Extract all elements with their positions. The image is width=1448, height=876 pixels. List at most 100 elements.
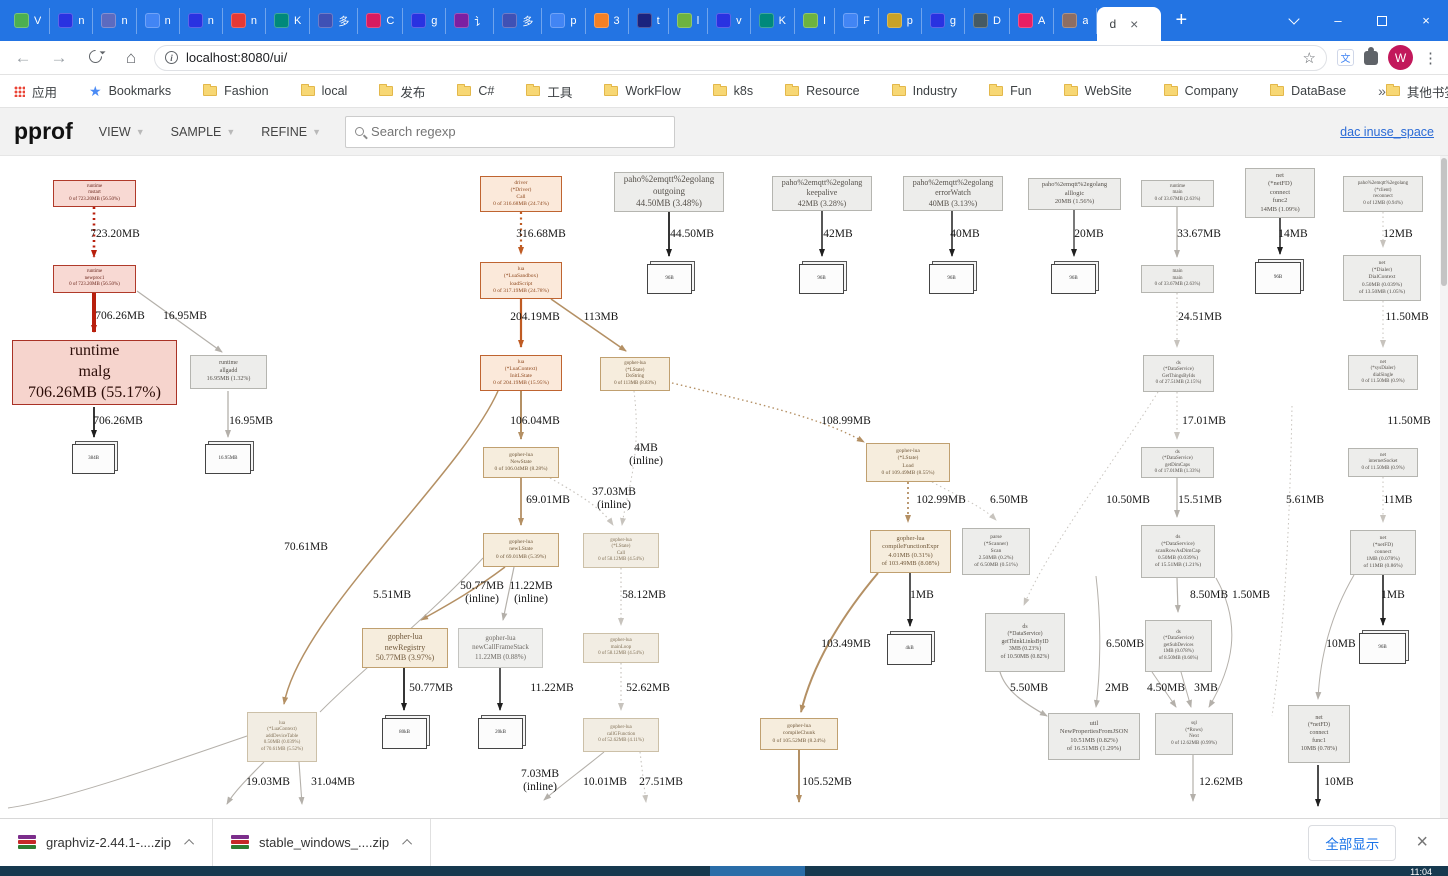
graph-node-ds-getthingsbyids[interactable]: ds(*DataService)GetThingsByIds0 of 27.51… <box>1143 355 1214 392</box>
graph-node-gopher-newstate[interactable]: gopher-luaNewState0 of 106.04MB (8.28%) <box>483 447 559 478</box>
graph-node-paho-alllogic[interactable]: paho%2emqtt%2egolangalllogic20MB (1.56%) <box>1028 178 1121 210</box>
graph-node-gopher-newlstate[interactable]: gopher-luanewLState0 of 69.01MB (5.39%) <box>483 533 559 567</box>
graph-node-sink-96b-4[interactable]: 96B <box>1051 264 1096 294</box>
bookmark-star-icon[interactable]: ☆ <box>1303 49 1316 67</box>
browser-tab-24[interactable]: A <box>1010 8 1054 34</box>
new-tab-button[interactable]: + <box>1161 9 1201 32</box>
graph-node-net-dialsingle[interactable]: net(*sysDialer)dialSingle0 of 11.50MB (0… <box>1348 355 1418 390</box>
browser-tab-8[interactable]: 多 <box>310 8 358 34</box>
profile-link[interactable]: dac inuse_space <box>1340 125 1434 139</box>
url-text[interactable]: localhost:8080/ui/ <box>186 50 1295 65</box>
graph-node-sink-4kb[interactable]: 4kB <box>887 634 932 665</box>
browser-tab-25[interactable]: a <box>1054 8 1097 34</box>
graph-node-sink-80kb[interactable]: 80kB <box>382 718 427 749</box>
graph-node-runtime-mstart[interactable]: runtimemstart0 of 723.20MB (56.50%) <box>53 180 136 207</box>
graph-node-sink-20kb[interactable]: 20kB <box>478 718 523 749</box>
graph-node-gopher-mainloop[interactable]: gopher-luamainLoop0 of 58.12MB (4.54%) <box>583 633 659 663</box>
reload-icon[interactable] <box>82 48 108 68</box>
home-icon[interactable]: ⌂ <box>118 48 144 68</box>
download-item-1[interactable]: graphviz-2.44.1-....zip <box>0 819 213 866</box>
bookmark-item-WorkFlow[interactable]: WorkFlow <box>604 84 680 98</box>
graph-node-sink-96b-3[interactable]: 96B <box>929 264 974 294</box>
bookmark-item-C#[interactable]: C# <box>457 84 494 98</box>
close-button[interactable]: × <box>1404 0 1448 41</box>
graph-node-net-connect-func1[interactable]: net(*netFD)connectfunc110MB (0.78%) <box>1288 705 1350 763</box>
tab-close-icon[interactable]: × <box>1130 16 1138 32</box>
graph-node-sql-rows-next[interactable]: sql(*Rows)Next0 of 12.62MB (0.99%) <box>1155 713 1233 755</box>
graph-node-sink-96b-6[interactable]: 96B <box>1359 633 1406 664</box>
graph-node-paho-keepalive[interactable]: paho%2emqtt%2egolangkeepalive42MB (3.28%… <box>772 176 872 211</box>
minimize-button[interactable]: – <box>1316 0 1360 41</box>
graph-node-paho-outgoing[interactable]: paho%2emqtt%2egolangoutgoing44.50MB (3.4… <box>614 172 724 212</box>
graph-node-parse-scan[interactable]: parse(*Scanner)Scan2.50MB (0.2%)of 6.50M… <box>962 528 1030 575</box>
search-input[interactable] <box>371 124 665 139</box>
browser-tab-23[interactable]: D <box>965 8 1010 34</box>
graph-node-sink-96b-1[interactable]: 96B <box>647 264 692 294</box>
browser-tab-12[interactable]: 多 <box>494 8 542 34</box>
browser-tab-17[interactable]: v <box>708 8 751 34</box>
bookmark-item-工具[interactable]: 工具 <box>526 82 572 101</box>
graph-node-gopher-lstate-call[interactable]: gopher-lua(*LState)Call0 of 58.12MB (4.5… <box>583 533 659 568</box>
graph-node-runtime-main[interactable]: runtimemain0 of 33.67MB (2.63%) <box>1141 180 1214 207</box>
bookmark-item-发布[interactable]: 发布 <box>379 82 425 101</box>
browser-tab-1[interactable]: V <box>6 8 50 34</box>
graph-node-net-connect-func2[interactable]: net(*netFD)connectfunc214MB (1.09%) <box>1245 168 1315 218</box>
chevron-up-icon[interactable] <box>402 839 412 849</box>
bookmark-item-Bookmarks[interactable]: ★Bookmarks <box>89 84 171 98</box>
bookmark-item-k8s[interactable]: k8s <box>713 84 753 98</box>
scrollbar[interactable] <box>1440 156 1448 818</box>
graph-node-gopher-load[interactable]: gopher-lua(*LState)Load0 of 109.49MB (8.… <box>866 443 950 482</box>
graph-node-util-newpropertiesfromjson[interactable]: utilNewPropertiesFromJSON10.51MB (0.82%)… <box>1048 713 1140 760</box>
scrollbar-thumb[interactable] <box>1441 158 1447 286</box>
avatar[interactable]: W <box>1388 45 1413 70</box>
browser-tab-7[interactable]: K <box>266 8 310 34</box>
graph-node-ds-getdimcaps[interactable]: ds(*DataService)getDimCaps0 of 17.01MB (… <box>1141 447 1214 478</box>
graph-node-gopher-newcallframestack[interactable]: gopher-luanewCallFrameStack11.22MB (0.88… <box>458 628 543 668</box>
browser-tab-22[interactable]: g <box>922 8 965 34</box>
browser-tab-21[interactable]: p <box>879 8 922 34</box>
browser-tab-2[interactable]: n <box>50 8 93 34</box>
menu-refine[interactable]: REFINE▼ <box>261 125 321 139</box>
graph-node-lua-adddevicetable[interactable]: lua(*LuaContext)addDeviceTable0.50MB (0.… <box>247 712 317 762</box>
graph-node-driver-call[interactable]: driver(*Driver)Call0 of 316.68MB (24.74%… <box>480 176 562 212</box>
graph-node-ds-scanrowasdimcap[interactable]: ds(*DataService)scanRowAsDimCap0.50MB (0… <box>1141 525 1215 578</box>
browser-tab-5[interactable]: n <box>180 8 223 34</box>
graph-node-net-internetsocket[interactable]: netinternetSocket0 of 11.50MB (0.9%) <box>1348 448 1418 477</box>
forward-icon[interactable]: → <box>46 48 72 68</box>
maximize-button[interactable] <box>1360 0 1404 41</box>
browser-tab-13[interactable]: p <box>542 8 585 34</box>
tab-search-chevron-icon[interactable] <box>1272 0 1316 41</box>
graph-node-runtime-allgadd[interactable]: runtimeallgadd16.95MB (1.32%) <box>190 355 267 389</box>
bookmark-item-Resource[interactable]: Resource <box>785 84 860 98</box>
bookmark-item-Company[interactable]: Company <box>1164 84 1239 98</box>
bookmark-item-local[interactable]: local <box>301 84 348 98</box>
bookmark-item-Fun[interactable]: Fun <box>989 84 1032 98</box>
graph-node-net-dialcontext[interactable]: net(*Dialer)DialContext0.50MB (0.039%)of… <box>1343 255 1421 301</box>
bookmark-item-Fashion[interactable]: Fashion <box>203 84 268 98</box>
graph-node-runtime-malg[interactable]: runtimemalg706.26MB (55.17%) <box>12 340 177 405</box>
browser-tab-20[interactable]: F <box>835 8 879 34</box>
download-item-2[interactable]: stable_windows_....zip <box>213 819 431 866</box>
browser-tab-9[interactable]: C <box>358 8 403 34</box>
graph-node-gopher-compilefunctionexpr[interactable]: gopher-luacompileFunctionExpr4.01MB (0.3… <box>870 530 951 573</box>
browser-tab-11[interactable]: 讠 <box>446 8 494 34</box>
menu-sample[interactable]: SAMPLE▼ <box>171 125 236 139</box>
menu-view[interactable]: VIEW▼ <box>99 125 145 139</box>
browser-tab-6[interactable]: n <box>223 8 266 34</box>
browser-tab-3[interactable]: n <box>93 8 136 34</box>
graph-node-sink-96b-5[interactable]: 96B <box>1255 262 1301 294</box>
active-tab[interactable]: d × <box>1097 7 1161 41</box>
bookmark-item-其他书签[interactable]: 其他书签 <box>1386 82 1448 101</box>
graph-node-main-main[interactable]: mainmain0 of 33.67MB (2.63%) <box>1141 265 1214 293</box>
address-bar[interactable]: i localhost:8080/ui/ ☆ <box>154 45 1327 71</box>
bookmark-item-»[interactable]: » <box>1378 83 1386 99</box>
chevron-up-icon[interactable] <box>184 839 194 849</box>
translate-icon[interactable]: 文 <box>1337 49 1354 66</box>
site-info-icon[interactable]: i <box>165 51 178 64</box>
bookmark-item-DataBase[interactable]: DataBase <box>1270 84 1346 98</box>
bookmark-item-WebSite[interactable]: WebSite <box>1064 84 1132 98</box>
browser-tab-19[interactable]: I <box>795 8 835 34</box>
graph-node-gopher-compilechunk[interactable]: gopher-luacompileChunk0 of 105.52MB (8.2… <box>760 718 838 750</box>
search-box[interactable] <box>345 116 675 148</box>
graph-node-lua-loadscript[interactable]: lua(*LuaSandbox)loadScript0 of 317.19MB … <box>480 262 562 299</box>
